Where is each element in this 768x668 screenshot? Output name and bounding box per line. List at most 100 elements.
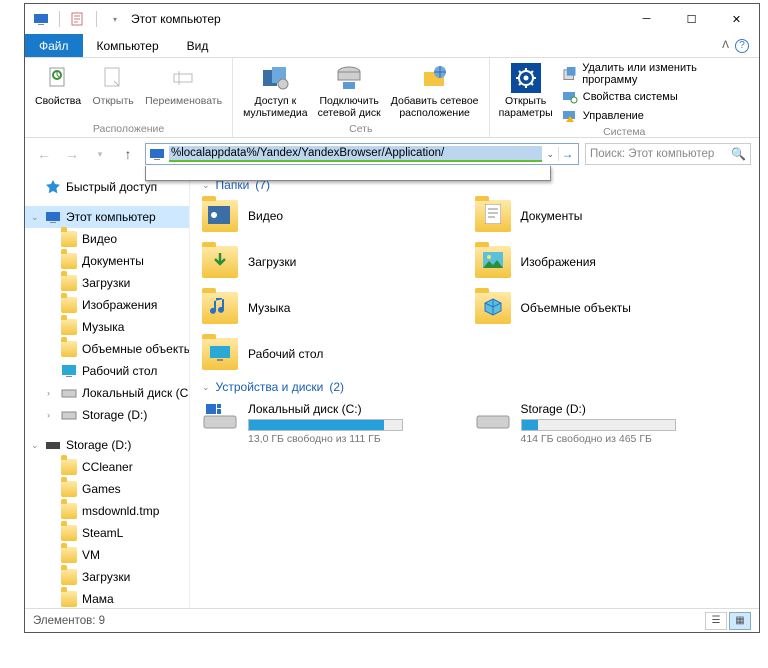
view-tiles-button[interactable]: ▦ [729,612,751,630]
folder-icon [61,231,77,247]
go-button[interactable]: → [558,147,576,161]
drive-icon [475,402,511,434]
collapse-icon[interactable]: ⌄ [31,440,39,451]
folder-icon [202,338,238,370]
desktop-icon [61,363,77,379]
rename-icon [168,62,200,94]
add-netloc-button[interactable]: Добавить сетевое расположение [387,60,483,121]
folder-icon [61,547,77,563]
recent-dropdown[interactable]: ▾ [89,143,111,165]
group-location-label: Расположение [93,123,164,137]
nav-drive-d[interactable]: ›Storage (D:) [25,404,189,426]
folder-icon [475,292,511,324]
nav-vm[interactable]: VM [25,544,189,566]
tab-view[interactable]: Вид [173,34,223,57]
chevron-down-icon: ⌄ [202,382,210,393]
folder-music[interactable]: Музыка [202,292,475,324]
collapse-ribbon-icon[interactable]: ᐱ [722,40,729,51]
folder-documents[interactable]: Документы [475,200,748,232]
expand-icon[interactable]: › [47,388,50,398]
nav-toolbar: ← → ▾ ↑ %localappdata%/Yandex/YandexBrow… [25,138,759,170]
group-network-label: Сеть [349,123,372,137]
tab-computer[interactable]: Компьютер [83,34,173,57]
uninstall-button[interactable]: Удалить или изменить программу [562,62,749,86]
search-box[interactable]: Поиск: Этот компьютер 🔍 [585,143,751,165]
open-button[interactable]: Открыть [87,60,139,109]
folder-icon [475,200,511,232]
manage-button[interactable]: Управление [562,108,749,124]
nav-mama[interactable]: Мама [25,588,189,608]
open-icon [97,62,129,94]
folder-video[interactable]: Видео [202,200,475,232]
back-button[interactable]: ← [33,143,55,165]
folder-icon [61,481,77,497]
forward-button[interactable]: → [61,143,83,165]
maximize-button[interactable]: ☐ [669,4,714,34]
media-access-button[interactable]: Доступ к мультимедиа [239,60,311,121]
drive-c-free: 13,0 ГБ свободно из 111 ГБ [248,433,445,445]
drive-d[interactable]: Storage (D:) 414 ГБ свободно из 465 ГБ [475,402,748,445]
expand-icon[interactable]: › [47,410,50,420]
nav-pictures[interactable]: Изображения [25,294,189,316]
star-icon [45,179,61,195]
open-settings-button[interactable]: Открыть параметры [496,60,556,121]
nav-drive-c[interactable]: ›Локальный диск (C:) [25,382,189,404]
qat-dropdown-icon[interactable]: ▾ [107,11,123,27]
folder-icon [61,253,77,269]
drive-c[interactable]: Локальный диск (C:) 13,0 ГБ свободно из … [202,402,475,445]
content-pane: ⌄Папки (7) Видео Документы Загрузки Изоб… [190,170,759,608]
sysprops-icon [562,89,578,105]
address-path[interactable]: %localappdata%/Yandex/YandexBrowser/Appl… [169,146,542,162]
folder-icon [61,591,77,607]
sysprops-button[interactable]: Свойства системы [562,89,749,105]
nav-downloads2[interactable]: Загрузки [25,566,189,588]
navigation-pane: Быстрый доступ ⌄Этот компьютер Видео Док… [25,170,190,608]
address-bar[interactable]: %localappdata%/Yandex/YandexBrowser/Appl… [145,143,579,165]
folder-icon [202,200,238,232]
pc-icon [45,209,61,225]
app-icon [33,11,49,27]
folder-3dobjects[interactable]: Объемные объекты [475,292,748,324]
search-placeholder: Поиск: Этот компьютер [590,148,714,160]
qat-properties-icon[interactable] [70,11,86,27]
help-icon[interactable]: ? [735,39,749,53]
nav-steaml[interactable]: SteamL [25,522,189,544]
nav-3dobjects[interactable]: Объемные объекты [25,338,189,360]
folder-icon [61,341,77,357]
tab-file[interactable]: Файл [25,34,83,57]
folder-icon [61,569,77,585]
nav-downloads[interactable]: Загрузки [25,272,189,294]
rename-button[interactable]: Переименовать [141,60,226,109]
folder-downloads[interactable]: Загрузки [202,246,475,278]
settings-icon [510,62,542,94]
map-drive-button[interactable]: Подключить сетевой диск [314,60,385,121]
collapse-icon[interactable]: ⌄ [31,212,39,223]
nav-this-pc[interactable]: ⌄Этот компьютер [25,206,189,228]
folder-desktop[interactable]: Рабочий стол [202,338,475,370]
drive-d-usage-bar [521,419,676,431]
folder-pictures[interactable]: Изображения [475,246,748,278]
drive-icon [61,407,77,423]
section-drives-header[interactable]: ⌄Устройства и диски (2) [202,380,747,394]
view-details-button[interactable]: ☰ [705,612,727,630]
minimize-button[interactable]: ─ [624,4,669,34]
ribbon-tabs: Файл Компьютер Вид ᐱ ? [25,34,759,58]
nav-desktop[interactable]: Рабочий стол [25,360,189,382]
properties-button[interactable]: Свойства [31,60,85,109]
netdrive-icon [333,62,365,94]
up-button[interactable]: ↑ [117,143,139,165]
nav-drive-d-root[interactable]: ⌄Storage (D:) [25,434,189,456]
close-button[interactable]: ✕ [714,4,759,34]
address-dropdown-icon[interactable]: ⌄ [542,149,558,160]
address-suggestions[interactable] [145,166,551,181]
chevron-down-icon: ⌄ [202,180,210,191]
folder-icon [61,319,77,335]
nav-msdownld[interactable]: msdownld.tmp [25,500,189,522]
drive-d-free: 414 ГБ свободно из 465 ГБ [521,433,718,445]
nav-video[interactable]: Видео [25,228,189,250]
nav-ccleaner[interactable]: CCleaner [25,456,189,478]
nav-music[interactable]: Музыка [25,316,189,338]
nav-documents[interactable]: Документы [25,250,189,272]
nav-games[interactable]: Games [25,478,189,500]
item-count: Элементов: 9 [33,615,105,627]
